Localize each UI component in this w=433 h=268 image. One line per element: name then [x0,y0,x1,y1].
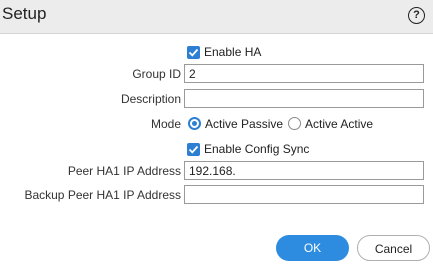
enable-ha-checkbox[interactable] [187,46,200,59]
group-id-label: Group ID [132,67,181,81]
enable-config-sync-label: Enable Config Sync [204,142,310,156]
mode-option-active-passive-label: Active Passive [205,117,284,131]
help-icon[interactable]: ? [408,7,425,24]
title-bar: Setup ? [0,0,433,34]
mode-radio-active-passive[interactable] [188,117,201,130]
checkmark-icon [188,48,199,57]
group-id-input[interactable]: 2 [184,64,424,83]
backup-peer-ha1-ip-input[interactable] [184,185,424,204]
ok-button[interactable]: OK [276,235,349,261]
peer-ha1-ip-label: Peer HA1 IP Address [67,164,181,178]
mode-label: Mode [150,117,181,131]
mode-option-active-active-label: Active Active [305,117,374,131]
enable-ha-label: Enable HA [204,45,262,59]
description-label: Description [120,92,181,106]
dialog-title: Setup [2,4,47,23]
peer-ha1-ip-input[interactable]: 192.168. [184,161,424,180]
backup-peer-ha1-ip-label: Backup Peer HA1 IP Address [24,188,181,202]
enable-config-sync-checkbox[interactable] [187,143,200,156]
cancel-button[interactable]: Cancel [357,235,430,261]
checkmark-icon [188,145,199,154]
mode-radio-active-active[interactable] [288,117,301,130]
setup-dialog: Setup ? Enable HA Group ID 2 Description… [0,0,433,268]
description-input[interactable] [184,89,424,108]
